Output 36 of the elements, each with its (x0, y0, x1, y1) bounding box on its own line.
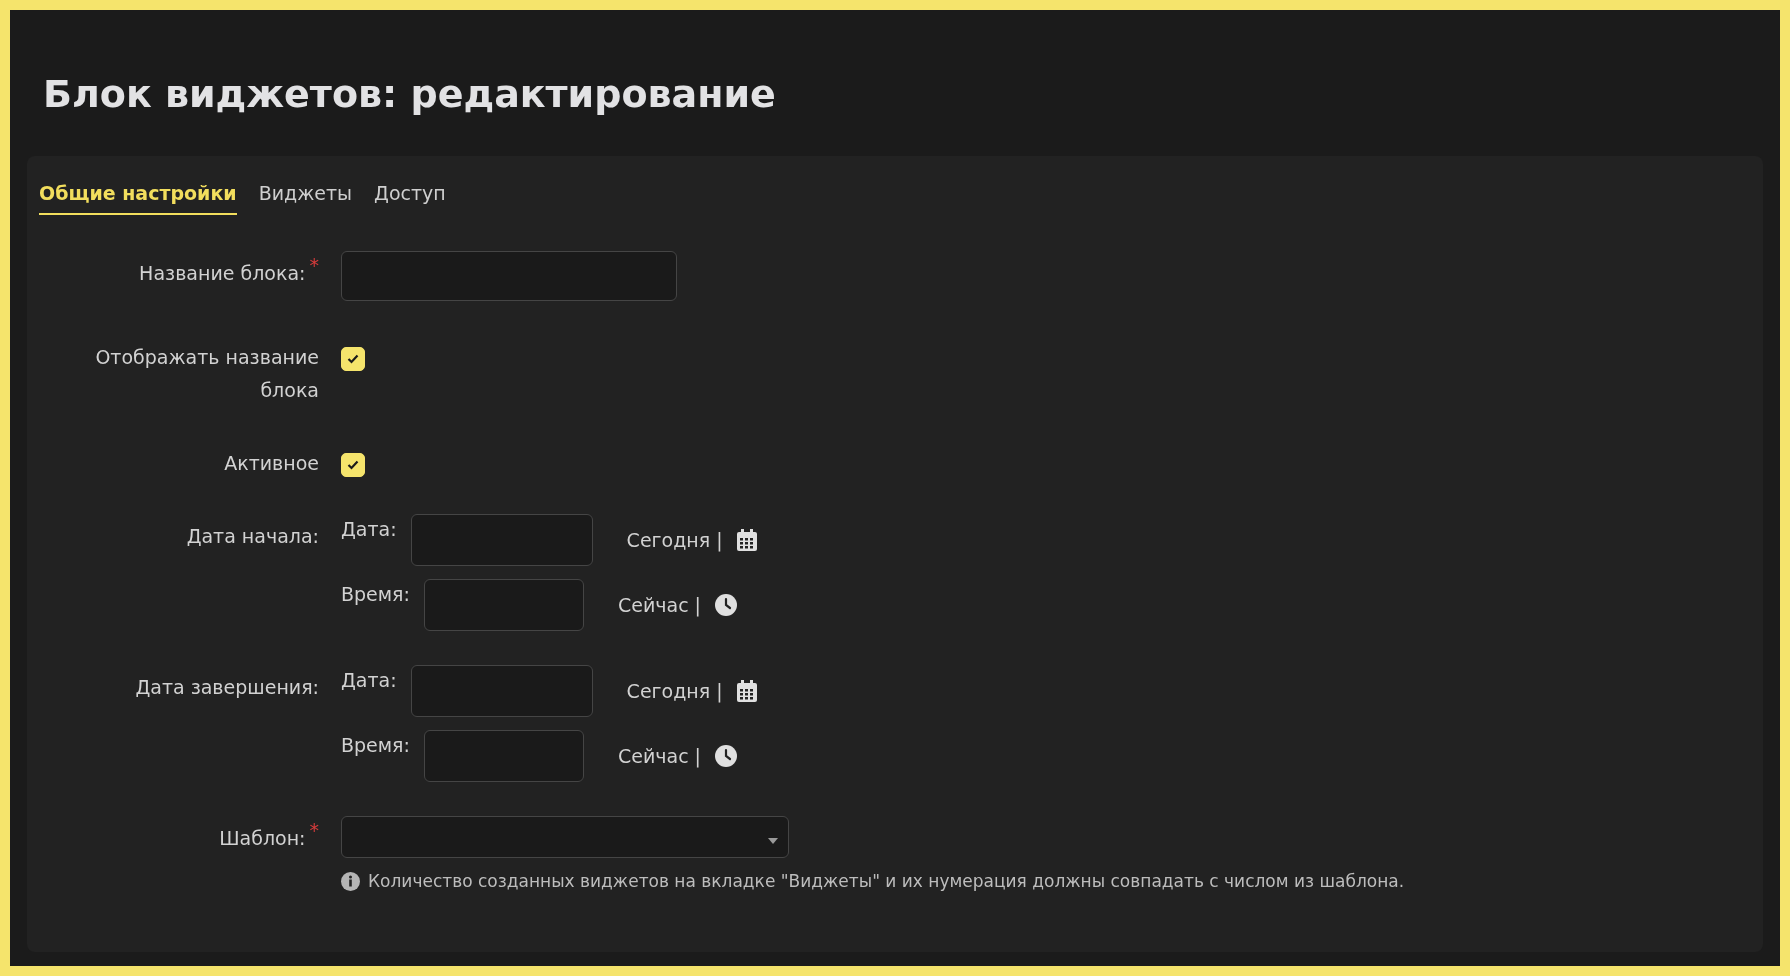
help-text: Количество созданных виджетов на вкладке "Виджеты" и их нумерация должны совпадать с числом из шаблона. (368, 871, 1405, 891)
time-label: Время: (341, 582, 410, 605)
today-link[interactable]: Сегодня | (626, 680, 723, 702)
caret-icon (768, 838, 778, 844)
field-label: Дата завершения: (135, 675, 319, 700)
clock-icon[interactable] (715, 594, 737, 616)
info-icon (341, 871, 360, 891)
time-label: Время: (341, 733, 410, 756)
date-input[interactable] (410, 665, 593, 717)
tab[interactable]: Доступ (374, 178, 446, 215)
date-input[interactable] (410, 514, 593, 566)
now-link[interactable]: Сейчас | (617, 594, 701, 616)
checkbox[interactable] (341, 347, 365, 371)
page-title: Блок виджетов: редактирование (42, 71, 777, 118)
calendar-icon[interactable] (736, 529, 757, 551)
check-icon (347, 354, 359, 364)
required-mark: * (309, 822, 319, 838)
check-icon (347, 460, 359, 470)
tab[interactable]: Виджеты (258, 178, 353, 215)
calendar-icon[interactable] (736, 680, 757, 702)
field-label: Дата начала: (186, 524, 319, 549)
date-label: Дата: (341, 517, 397, 540)
required-mark: * (309, 257, 319, 273)
text-input[interactable] (341, 251, 677, 301)
field-label: Отображать название блока (94, 345, 319, 403)
time-input[interactable] (423, 730, 584, 782)
tab[interactable]: Общие настройки (39, 178, 237, 215)
field-label: Активное (224, 451, 319, 476)
date-label: Дата: (341, 668, 397, 691)
checkbox[interactable] (341, 453, 365, 477)
field-label: Шаблон: (219, 826, 306, 851)
field-label: Название блока: (139, 261, 306, 286)
time-input[interactable] (423, 579, 584, 631)
today-link[interactable]: Сегодня | (626, 529, 723, 551)
clock-icon[interactable] (715, 745, 737, 767)
now-link[interactable]: Сейчас | (617, 745, 701, 767)
